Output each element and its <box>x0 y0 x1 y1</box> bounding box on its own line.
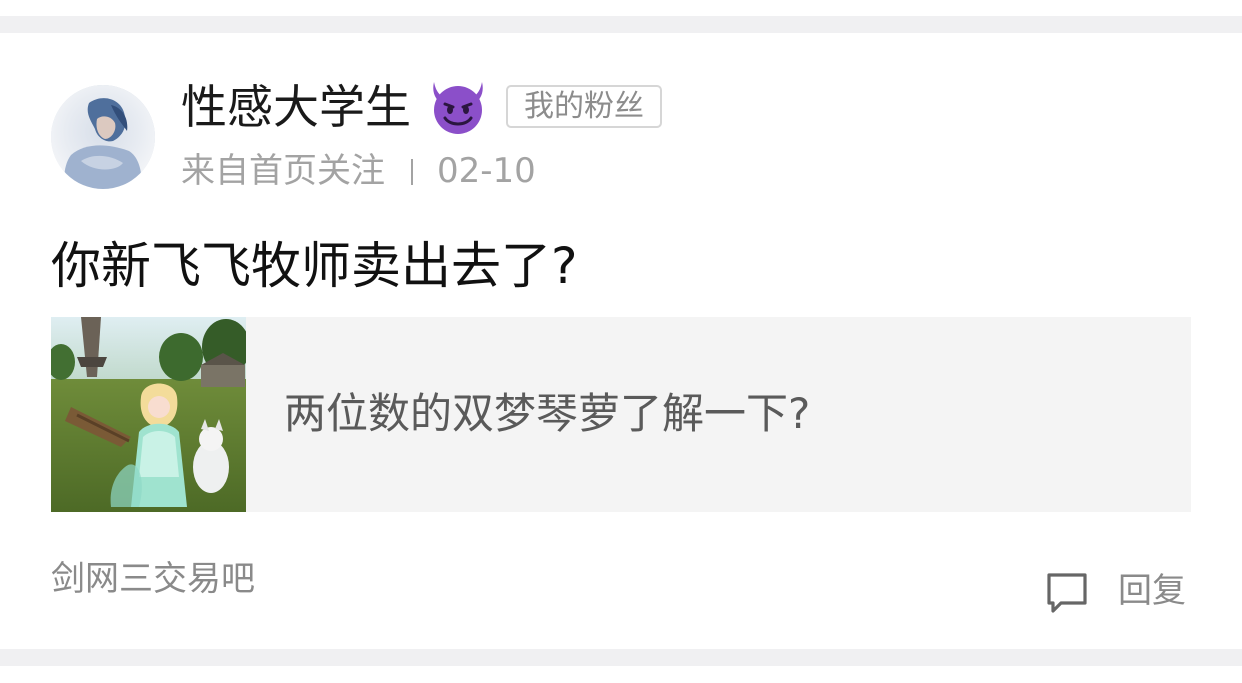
quoted-post-thumbnail <box>51 317 246 512</box>
next-card-edge <box>0 666 1242 683</box>
post-meta: 来自首页关注 02-10 <box>181 150 536 192</box>
username[interactable]: 性感大学生 <box>181 77 411 137</box>
post-card[interactable]: 性感大学生 我的粉丝 来自首页关注 02-10 你新飞飞牧师卖出去了? 两位数的… <box>0 33 1242 649</box>
previous-card-edge <box>0 0 1242 16</box>
feed-page: 性感大学生 我的粉丝 来自首页关注 02-10 你新飞飞牧师卖出去了? 两位数的… <box>0 0 1242 683</box>
post-date: 02-10 <box>437 151 536 191</box>
user-avatar[interactable] <box>51 85 155 189</box>
reply-label: 回复 <box>1118 571 1186 611</box>
smiling-devil-emoji-icon <box>433 82 483 134</box>
comment-bubble-icon <box>1047 573 1087 613</box>
forum-link[interactable]: 剑网三交易吧 <box>51 558 255 600</box>
game-screenshot-image <box>51 317 246 512</box>
quoted-post[interactable]: 两位数的双梦琴萝了解一下? <box>51 317 1191 512</box>
post-source: 来自首页关注 <box>181 151 385 191</box>
quoted-post-text: 两位数的双梦琴萝了解一下? <box>284 389 811 438</box>
avatar-image <box>51 85 155 189</box>
post-title[interactable]: 你新飞飞牧师卖出去了? <box>51 233 578 299</box>
fan-badge: 我的粉丝 <box>506 85 662 128</box>
reply-button[interactable]: 回复 <box>1044 568 1194 618</box>
meta-separator <box>411 159 413 185</box>
